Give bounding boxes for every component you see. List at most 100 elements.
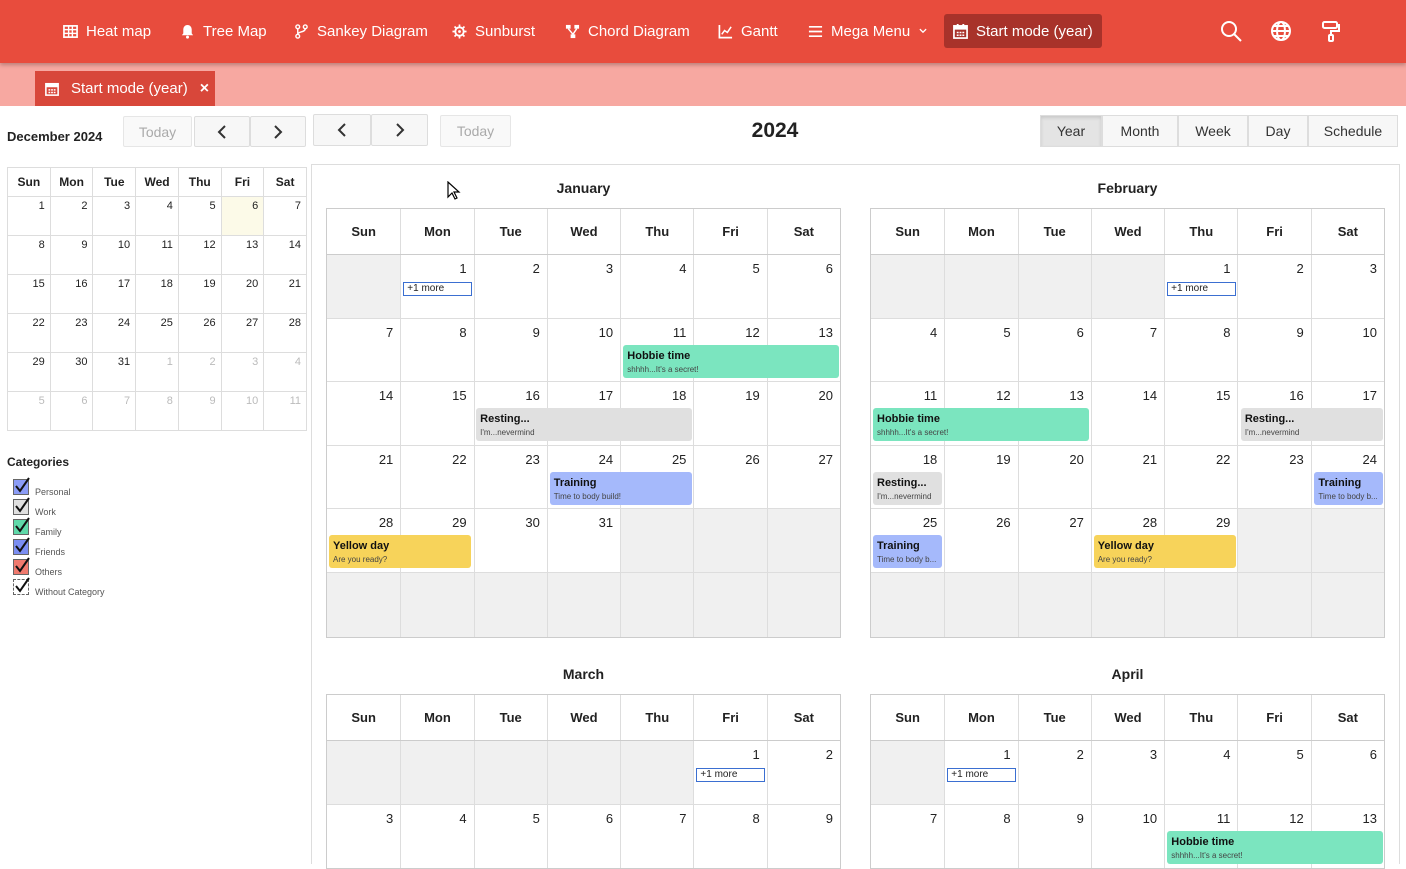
day-cell[interactable]: 22 [400,445,473,509]
day-cell[interactable]: 10 [1090,804,1164,869]
tab-start-mode-year[interactable]: Start mode (year) × [35,71,215,106]
day-cell[interactable]: 21 [327,446,400,509]
day-cell[interactable] [693,509,767,572]
day-cell[interactable] [1017,255,1091,318]
calendar-event[interactable]: Resting... I'm...nevermind [476,408,692,442]
day-cell[interactable]: 1 +1 more [400,255,473,318]
day-cell[interactable]: 9 [766,804,840,869]
day-cell[interactable]: 20 [766,382,840,445]
category-item[interactable]: Others [7,555,105,577]
day-cell[interactable]: 4 [620,255,693,318]
day-cell[interactable]: 22 [1164,445,1237,509]
day-cell[interactable]: 8 [400,318,473,382]
category-checkbox[interactable] [13,557,30,575]
day-cell[interactable]: 9 [1237,318,1310,382]
day-cell[interactable] [1090,255,1165,318]
mini-day-cell[interactable]: 26 [177,313,222,353]
mini-day-cell[interactable]: 20 [220,274,265,314]
calendar-event[interactable]: Training Time to body b... [1314,471,1383,505]
calendar-event[interactable]: Hobbie time shhhh...It's a secret! [873,408,1089,442]
mini-day-cell[interactable]: 2 [177,352,222,392]
day-cell[interactable]: 1 +1 more [1164,255,1237,318]
search-icon[interactable] [1220,20,1244,44]
day-cell[interactable]: 3 [1310,255,1384,318]
day-cell[interactable] [1164,572,1238,637]
mini-day-cell[interactable]: 10 [92,235,137,275]
day-cell[interactable]: 8 [944,804,1017,869]
day-cell[interactable]: 2 [766,741,840,804]
day-cell[interactable]: 6 [766,255,840,318]
globe-icon[interactable] [1270,20,1294,44]
mini-day-cell[interactable]: 3 [220,352,265,392]
mini-day-cell[interactable]: 8 [7,235,51,275]
mini-day-cell[interactable]: 31 [92,352,137,392]
day-cell[interactable]: 2 [1017,741,1091,804]
more-events-link[interactable]: +1 more [947,768,1017,782]
mini-day-cell[interactable]: 5 [7,391,51,431]
category-checkbox[interactable] [13,497,30,515]
nav-heat-map[interactable]: Heat map [54,14,160,48]
day-cell[interactable]: 9 [473,318,547,382]
nav-gantt[interactable]: Gantt [709,14,787,48]
day-cell[interactable] [546,741,621,804]
day-cell[interactable]: 9 [1017,804,1091,869]
category-checkbox[interactable] [13,517,30,535]
more-events-link[interactable]: +1 more [403,282,473,296]
main-next-button[interactable] [371,114,428,146]
mini-day-cell[interactable]: 23 [49,313,94,353]
view-week-button[interactable]: Week [1178,115,1248,147]
view-schedule-button[interactable]: Schedule [1308,115,1398,147]
day-cell[interactable]: 6 [546,804,620,869]
day-cell[interactable]: 5 [693,255,766,318]
day-cell[interactable] [693,572,767,637]
day-cell[interactable]: 21 [1090,445,1164,509]
day-cell[interactable]: 15 [1164,382,1237,445]
day-cell[interactable]: 20 [1017,445,1091,509]
nav-chord-diagram[interactable]: Chord Diagram [556,14,699,48]
day-cell[interactable]: 26 [944,509,1017,572]
day-cell[interactable]: 5 [1237,741,1310,804]
day-cell[interactable]: 14 [327,382,400,445]
day-cell[interactable] [1090,572,1165,637]
calendar-event[interactable]: Resting... I'm...nevermind [1240,408,1383,442]
mini-day-cell[interactable]: 29 [7,352,51,392]
day-cell[interactable]: 8 [1164,318,1237,382]
category-item[interactable]: Work [7,495,105,517]
day-cell[interactable] [327,741,401,804]
day-cell[interactable] [871,741,945,804]
mini-day-cell[interactable]: 30 [49,352,94,392]
day-cell[interactable] [766,572,840,637]
mini-day-cell[interactable]: 1 [7,196,51,236]
day-cell[interactable] [327,255,401,318]
mini-day-cell[interactable]: 10 [220,391,265,431]
view-day-button[interactable]: Day [1248,115,1308,147]
day-cell[interactable] [400,741,474,804]
nav-mega-menu[interactable]: Mega Menu [799,14,937,48]
day-cell[interactable]: 23 [1237,445,1310,509]
main-today-button[interactable]: Today [440,115,511,147]
calendar-event[interactable]: Yellow day Are you ready? [1093,535,1236,569]
mini-day-cell[interactable]: 15 [7,274,51,314]
day-cell[interactable]: 14 [1090,382,1164,445]
day-cell[interactable] [546,572,621,637]
day-cell[interactable]: 7 [327,319,400,382]
day-cell[interactable] [944,255,1018,318]
mini-day-cell[interactable]: 5 [177,196,222,236]
day-cell[interactable] [620,572,694,637]
category-item[interactable]: Friends [7,535,105,557]
day-cell[interactable] [871,255,945,318]
main-prev-button[interactable] [313,114,371,146]
mini-day-cell[interactable]: 18 [135,274,179,314]
mini-day-cell[interactable]: 12 [177,235,222,275]
day-cell[interactable]: 4 [400,804,473,869]
nav-tree-map[interactable]: Tree Map [171,14,276,48]
mini-day-cell[interactable]: 19 [177,274,222,314]
category-checkbox[interactable] [13,577,30,595]
calendar-event[interactable]: Training Time to body b... [873,535,942,569]
day-cell[interactable]: 2 [473,255,547,318]
day-cell[interactable]: 7 [871,805,944,869]
mini-day-cell[interactable]: 4 [263,352,307,392]
mini-day-cell[interactable]: 16 [49,274,94,314]
mini-day-cell[interactable]: 13 [220,235,265,275]
day-cell[interactable]: 3 [327,805,400,869]
